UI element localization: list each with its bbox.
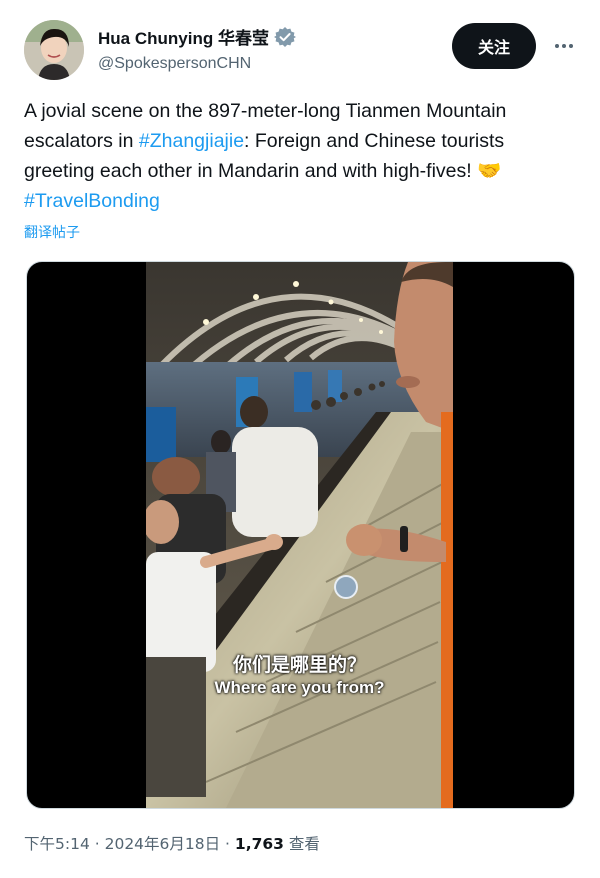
tweet-text: A jovial scene on the 897-meter-long Tia…: [24, 96, 564, 216]
more-horizontal-icon[interactable]: [552, 36, 576, 56]
translate-post-link[interactable]: 翻译帖子: [24, 222, 80, 242]
avatar-image: [24, 20, 84, 80]
tweet-header: Hua Chunying 华春莹 @SpokespersonCHN 关注: [24, 20, 576, 80]
video-subtitle-chinese: 你们是哪里的？: [232, 654, 366, 676]
video-player[interactable]: 你们是哪里的？ Where are you from?: [26, 261, 575, 809]
follow-button[interactable]: 关注: [452, 23, 536, 69]
escalator-scene-image: [146, 262, 453, 808]
verified-badge-icon[interactable]: [273, 26, 296, 48]
hashtag-zhangjiajie[interactable]: #Zhangjiajie: [139, 130, 244, 152]
tweet-meta: 下午5:14 · 2024年6月18日 · 1,763 查看: [24, 832, 320, 854]
meta-separator: ·: [220, 835, 235, 853]
handshake-emoji-icon: 🤝: [477, 160, 502, 182]
hashtag-travelbonding[interactable]: #TravelBonding: [24, 190, 160, 212]
views-count: 1,763: [234, 835, 284, 853]
post-date[interactable]: 2024年6月18日: [105, 835, 221, 853]
post-time[interactable]: 下午5:14: [24, 835, 90, 853]
meta-separator: ·: [89, 835, 105, 853]
video-frame[interactable]: 你们是哪里的？ Where are you from?: [146, 262, 453, 808]
avatar[interactable]: [24, 20, 84, 80]
views-label: 查看: [283, 835, 320, 853]
video-subtitle-english: Where are you from?: [214, 678, 385, 697]
display-name[interactable]: Hua Chunying 华春莹: [98, 24, 269, 49]
user-handle[interactable]: @SpokespersonCHN: [98, 55, 296, 73]
